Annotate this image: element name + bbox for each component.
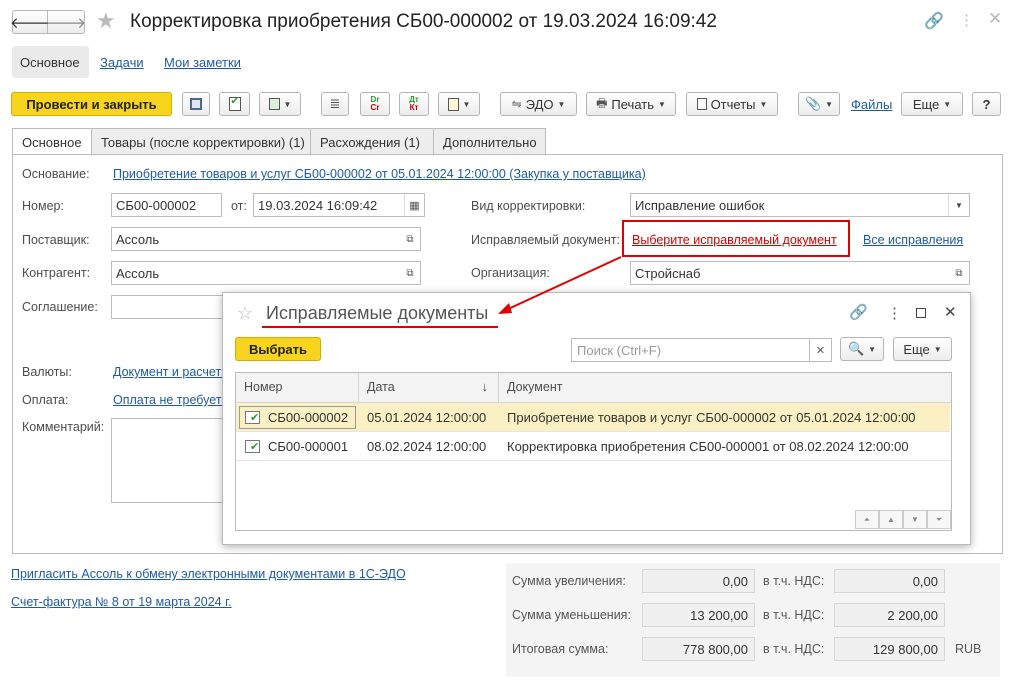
red-arrow [498,256,622,314]
